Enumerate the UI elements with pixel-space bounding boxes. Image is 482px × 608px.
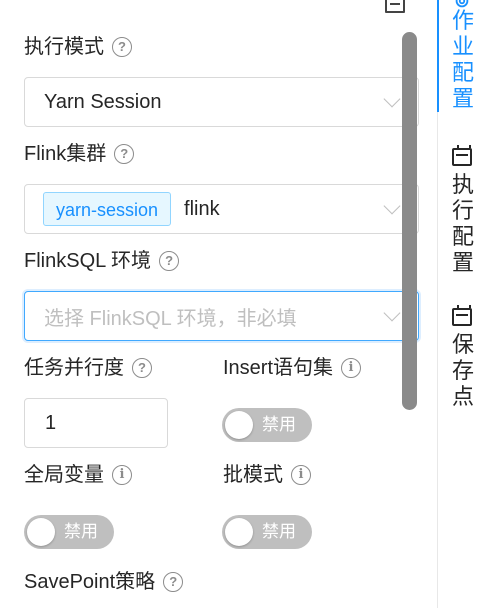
tab-exec-config[interactable]: 执行配置 (438, 140, 482, 275)
job-config-form: 执行模式 ? Yarn Session Flink集群 ? yarn-sessi… (0, 0, 437, 608)
scrollbar-thumb[interactable] (402, 32, 417, 410)
help-icon: ? (132, 358, 152, 378)
parallelism-label: 任务并行度 ? (24, 354, 152, 382)
help-icon: ? (114, 144, 135, 164)
calendar-icon (452, 305, 472, 326)
exec-mode-select[interactable]: Yarn Session (24, 77, 419, 127)
tab-job-config[interactable]: 作业配置 (437, 0, 482, 112)
flink-cluster-select[interactable]: yarn-session flink (24, 184, 419, 234)
parallelism-label-text: 任务并行度 (24, 357, 124, 379)
flinksql-env-placeholder: 选择 FlinkSQL 环境，非必填 (44, 307, 297, 330)
parallelism-input[interactable]: 1 (24, 398, 168, 448)
switch-text: 禁用 (262, 522, 296, 541)
flink-cluster-value: flink (184, 197, 220, 220)
flink-cluster-label-text: Flink集群 (24, 143, 107, 165)
global-vars-label: 全局变量 i (24, 461, 132, 489)
switch-knob (27, 518, 55, 546)
switch-text: 禁用 (64, 522, 98, 541)
tab-label: 执行配置 (452, 172, 475, 275)
collapse-icon[interactable] (385, 0, 405, 13)
switch-text: 禁用 (262, 415, 296, 434)
batch-mode-label: 批模式 i (223, 461, 311, 489)
global-vars-switch[interactable]: 禁用 (24, 515, 114, 549)
insert-set-switch[interactable]: 禁用 (222, 408, 312, 442)
tab-label: 保存点 (452, 332, 475, 409)
savepoint-label: SavePoint策略 ? (24, 568, 184, 596)
info-icon: i (112, 465, 132, 485)
chevron-down-icon (383, 304, 401, 322)
exec-mode-value: Yarn Session (44, 90, 162, 113)
savepoint-label-text: SavePoint策略 (24, 571, 156, 593)
switch-knob (225, 518, 253, 546)
info-icon: i (341, 358, 362, 378)
flinksql-env-label-text: FlinkSQL 环境 (24, 250, 152, 272)
cluster-type-tag: yarn-session (43, 192, 172, 226)
chevron-down-icon (383, 197, 401, 215)
flink-cluster-label: Flink集群 ? (24, 140, 135, 168)
side-tabs: 作业配置 执行配置 保存点 (437, 0, 482, 608)
insert-set-label: Insert语句集 i (223, 354, 362, 382)
tab-savepoint[interactable]: 保存点 (438, 300, 482, 410)
chevron-down-icon (383, 90, 401, 108)
tab-label: 作业配置 (452, 8, 475, 111)
switch-knob (225, 411, 253, 439)
calendar-icon (452, 145, 472, 166)
info-icon: i (291, 465, 311, 485)
exec-mode-label-text: 执行模式 (24, 36, 104, 58)
batch-mode-switch[interactable]: 禁用 (222, 515, 312, 549)
global-vars-label-text: 全局变量 (24, 464, 104, 486)
help-icon: ? (112, 37, 132, 57)
batch-mode-label-text: 批模式 (223, 464, 283, 486)
help-icon: ? (163, 572, 184, 592)
insert-set-label-text: Insert语句集 (223, 357, 334, 379)
exec-mode-label: 执行模式 ? (24, 33, 132, 61)
help-icon: ? (159, 251, 180, 271)
flinksql-env-label: FlinkSQL 环境 ? (24, 247, 180, 275)
flinksql-env-select[interactable]: 选择 FlinkSQL 环境，非必填 (24, 291, 419, 341)
